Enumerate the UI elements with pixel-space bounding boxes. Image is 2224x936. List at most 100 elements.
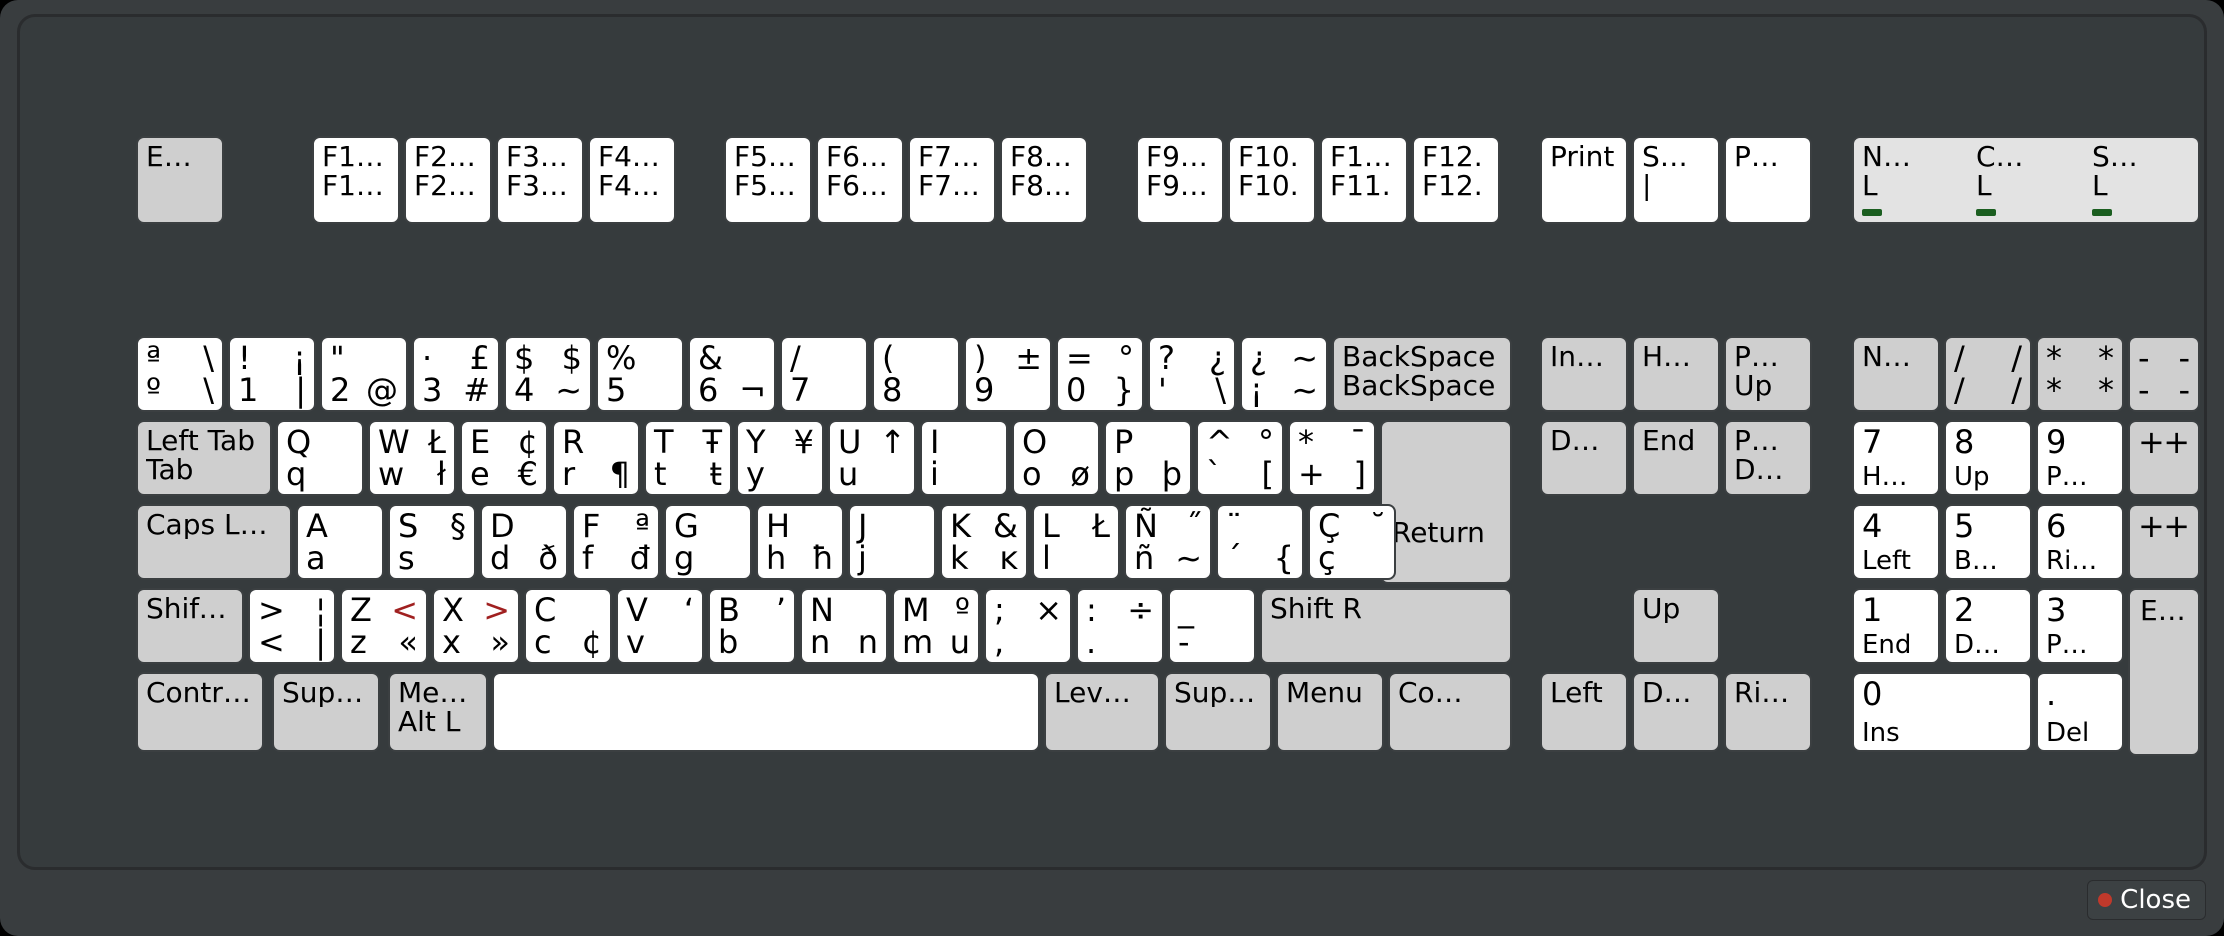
key-left-super[interactable]: Sup… bbox=[272, 672, 380, 752]
key-right-shift[interactable]: Shift R bbox=[1260, 588, 1512, 664]
key-period[interactable]: :÷. bbox=[1076, 588, 1164, 664]
key-f8[interactable]: F8…F8… bbox=[1000, 136, 1088, 224]
key-insert[interactable]: In… bbox=[1540, 336, 1628, 412]
key-s[interactable]: S§s bbox=[388, 504, 476, 580]
key-f6[interactable]: F6…F6… bbox=[816, 136, 904, 224]
key-menu[interactable]: Menu bbox=[1276, 672, 1384, 752]
key-4[interactable]: $$4~ bbox=[504, 336, 592, 412]
key-c[interactable]: Cc¢ bbox=[524, 588, 612, 664]
key-right-control[interactable]: Co… bbox=[1388, 672, 1512, 752]
key-i[interactable]: Ii bbox=[920, 420, 1008, 496]
key-exclamdown[interactable]: ¿~¡~ bbox=[1240, 336, 1328, 412]
key-6[interactable]: &6¬ bbox=[688, 336, 776, 412]
key-kp-4[interactable]: 4Left bbox=[1852, 504, 1940, 580]
key-pagedown[interactable]: P…D… bbox=[1724, 420, 1812, 496]
key-pause[interactable]: P… bbox=[1724, 136, 1812, 224]
key-less[interactable]: >¦<| bbox=[248, 588, 336, 664]
key-return[interactable]: Return bbox=[1380, 420, 1512, 584]
key-backspace[interactable]: BackSpaceBackSpace bbox=[1332, 336, 1512, 412]
key-f10[interactable]: F10.F10. bbox=[1228, 136, 1316, 224]
key-capslock[interactable]: Caps L… bbox=[136, 504, 292, 580]
key-numlock[interactable]: N… bbox=[1852, 336, 1940, 412]
key-scroll-lock[interactable]: S…| bbox=[1632, 136, 1720, 224]
key-kp-5[interactable]: 5B… bbox=[1944, 504, 2032, 580]
key-level3[interactable]: Lev… bbox=[1044, 672, 1160, 752]
key-left-alt[interactable]: Met…Alt L bbox=[388, 672, 488, 752]
key-f11[interactable]: F11…F11. bbox=[1320, 136, 1408, 224]
key-print[interactable]: Print bbox=[1540, 136, 1628, 224]
key-dead-acute[interactable]: ¨´{ bbox=[1216, 504, 1304, 580]
key-f1[interactable]: F1…F1… bbox=[312, 136, 400, 224]
key-kp-8[interactable]: 8Up bbox=[1944, 420, 2032, 496]
key-b[interactable]: B’b bbox=[708, 588, 796, 664]
key-escape[interactable]: E… bbox=[136, 136, 224, 224]
key-kp-6[interactable]: 6Ri… bbox=[2036, 504, 2124, 580]
key-kp-1[interactable]: 1End bbox=[1852, 588, 1940, 664]
key-j[interactable]: Jj bbox=[848, 504, 936, 580]
key-left-shift[interactable]: Shift L bbox=[136, 588, 244, 664]
key-grave[interactable]: ª\º\ bbox=[136, 336, 224, 412]
key-dead-grave[interactable]: ^°`[ bbox=[1196, 420, 1284, 496]
key-o[interactable]: Ooø bbox=[1012, 420, 1100, 496]
key-f4[interactable]: F4…F4… bbox=[588, 136, 676, 224]
key-kp-multiply[interactable]: **** bbox=[2036, 336, 2124, 412]
key-q[interactable]: Qq bbox=[276, 420, 364, 496]
key-up[interactable]: Up bbox=[1632, 588, 1720, 664]
key-delete[interactable]: D… bbox=[1540, 420, 1628, 496]
key-f12[interactable]: F12.F12. bbox=[1412, 136, 1500, 224]
key-left[interactable]: Left bbox=[1540, 672, 1628, 752]
key-kp-decimal[interactable]: .Del bbox=[2036, 672, 2124, 752]
key-kp-add-upper[interactable]: ++ bbox=[2128, 420, 2200, 496]
key-comma[interactable]: ;×, bbox=[984, 588, 1072, 664]
key-f2[interactable]: F2…F2… bbox=[404, 136, 492, 224]
key-1[interactable]: !¡1| bbox=[228, 336, 316, 412]
key-f9[interactable]: F9…F9… bbox=[1136, 136, 1224, 224]
key-kp-3[interactable]: 3P… bbox=[2036, 588, 2124, 664]
key-e[interactable]: E¢e€ bbox=[460, 420, 548, 496]
key-a[interactable]: Aa bbox=[296, 504, 384, 580]
key-kp-enter[interactable]: E… bbox=[2128, 588, 2200, 756]
key-7[interactable]: /7 bbox=[780, 336, 868, 412]
key-apostrophe[interactable]: ?¿'\ bbox=[1148, 336, 1236, 412]
key-w[interactable]: WŁwł bbox=[368, 420, 456, 496]
key-3[interactable]: ·£3# bbox=[412, 336, 500, 412]
key-8[interactable]: (8 bbox=[872, 336, 960, 412]
key-f5[interactable]: F5…F5… bbox=[724, 136, 812, 224]
key-left-control[interactable]: Contr… bbox=[136, 672, 264, 752]
key-tab[interactable]: Left TabTab bbox=[136, 420, 272, 496]
key-z[interactable]: Z<z« bbox=[340, 588, 428, 664]
key-space[interactable] bbox=[492, 672, 1040, 752]
key-right[interactable]: Ri… bbox=[1724, 672, 1812, 752]
key-f3[interactable]: F3…F3… bbox=[496, 136, 584, 224]
key-end[interactable]: End bbox=[1632, 420, 1720, 496]
key-5[interactable]: %5 bbox=[596, 336, 684, 412]
key-kp-subtract[interactable]: ---- bbox=[2128, 336, 2200, 412]
key-ccedilla[interactable]: Ç˘ç bbox=[1308, 504, 1396, 580]
key-h[interactable]: Hhħ bbox=[756, 504, 844, 580]
key-n[interactable]: Nnn bbox=[800, 588, 888, 664]
key-v[interactable]: V‘v bbox=[616, 588, 704, 664]
key-u[interactable]: U↑u bbox=[828, 420, 916, 496]
key-9[interactable]: )±9 bbox=[964, 336, 1052, 412]
close-button[interactable]: Close bbox=[2087, 880, 2206, 920]
key-kp-2[interactable]: 2D… bbox=[1944, 588, 2032, 664]
key-ntilde[interactable]: Ñ˝ñ~ bbox=[1124, 504, 1212, 580]
key-f[interactable]: Fªfđ bbox=[572, 504, 660, 580]
key-0[interactable]: =°0} bbox=[1056, 336, 1144, 412]
key-plus[interactable]: *¯+] bbox=[1288, 420, 1376, 496]
key-right-super[interactable]: Sup… bbox=[1164, 672, 1272, 752]
key-y[interactable]: Y¥y bbox=[736, 420, 824, 496]
key-p[interactable]: Ppþ bbox=[1104, 420, 1192, 496]
key-f7[interactable]: F7…F7… bbox=[908, 136, 996, 224]
key-kp-0[interactable]: 0Ins bbox=[1852, 672, 2032, 752]
key-home[interactable]: H… bbox=[1632, 336, 1720, 412]
key-kp-divide[interactable]: //// bbox=[1944, 336, 2032, 412]
key-d[interactable]: Ddð bbox=[480, 504, 568, 580]
key-x[interactable]: X>x» bbox=[432, 588, 520, 664]
key-kp-9[interactable]: 9P… bbox=[2036, 420, 2124, 496]
key-l[interactable]: LŁl bbox=[1032, 504, 1120, 580]
key-minus[interactable]: _- bbox=[1168, 588, 1256, 664]
key-kp-add-lower[interactable]: ++ bbox=[2128, 504, 2200, 580]
key-g[interactable]: Gg bbox=[664, 504, 752, 580]
key-t[interactable]: TŦtŧ bbox=[644, 420, 732, 496]
